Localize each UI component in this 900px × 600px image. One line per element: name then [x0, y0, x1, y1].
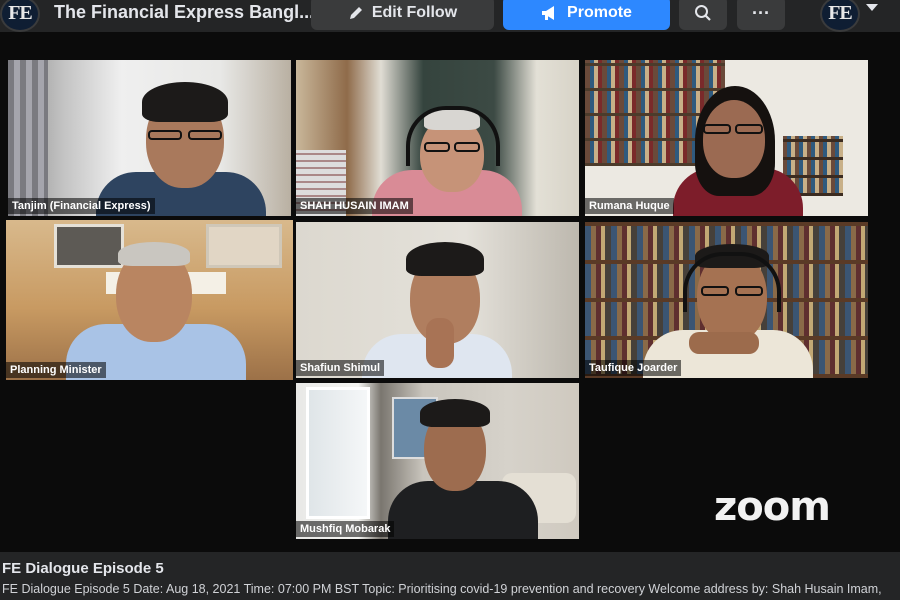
zoom-logo: zoom: [714, 484, 831, 530]
search-icon: [695, 5, 711, 21]
more-dots-icon: ···: [752, 2, 770, 23]
participant-tile-shafiun-shimul[interactable]: Shafiun Shimul: [296, 222, 579, 378]
search-button[interactable]: [679, 0, 727, 30]
edit-follow-label: Edit Follow: [371, 4, 458, 21]
page-name[interactable]: The Financial Express Bangl...: [54, 2, 314, 23]
participant-name: Taufique Joarder: [585, 360, 682, 376]
participant-name: Rumana Huque: [585, 198, 674, 214]
post-caption: FE Dialogue Episode 5 FE Dialogue Episod…: [0, 552, 900, 600]
account-avatar[interactable]: FE: [820, 0, 860, 32]
chevron-down-icon[interactable]: [866, 4, 878, 11]
megaphone-icon: [542, 6, 555, 20]
post-description: FE Dialogue Episode 5 Date: Aug 18, 2021…: [2, 582, 882, 596]
participant-name: SHAH HUSAIN IMAM: [296, 198, 413, 214]
participant-tile-tanjim[interactable]: Tanjim (Financial Express): [8, 60, 291, 216]
edit-follow-button[interactable]: Edit Follow: [311, 0, 494, 30]
page-avatar[interactable]: FE: [0, 0, 40, 32]
more-options-button[interactable]: ···: [737, 0, 785, 30]
pencil-icon: [349, 7, 362, 19]
participant-tile-planning-minister[interactable]: Planning Minister: [6, 220, 293, 380]
participant-tile-shah-husain-imam[interactable]: SHAH HUSAIN IMAM: [296, 60, 579, 216]
page-header: FE The Financial Express Bangl... Edit F…: [0, 0, 900, 32]
participant-name: Planning Minister: [6, 362, 106, 378]
zoom-video-grid: Tanjim (Financial Express) SHAH HUSAIN I…: [0, 32, 900, 552]
participant-name: Mushfiq Mobarak: [296, 521, 395, 537]
participant-tile-rumana-huque[interactable]: Rumana Huque: [585, 60, 868, 216]
participant-name: Shafiun Shimul: [296, 360, 385, 376]
participant-tile-mushfiq-mobarak[interactable]: Mushfiq Mobarak: [296, 383, 579, 539]
participant-name: Tanjim (Financial Express): [8, 198, 155, 214]
promote-label: Promote: [567, 4, 632, 21]
promote-button[interactable]: Promote: [503, 0, 670, 30]
post-title: FE Dialogue Episode 5: [2, 560, 164, 577]
participant-tile-taufique-joarder[interactable]: Taufique Joarder: [585, 222, 868, 378]
